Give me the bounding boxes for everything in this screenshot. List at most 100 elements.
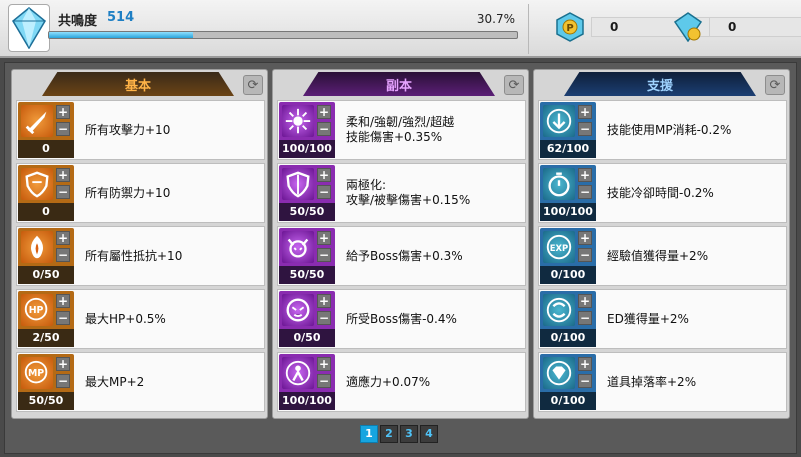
increase-button[interactable]: +: [578, 231, 592, 245]
skill-level: 100/100: [279, 140, 335, 158]
divider: [528, 4, 529, 54]
ed-coin-icon: [543, 294, 575, 326]
skill-description-box: ED獲得量+2%: [607, 290, 785, 348]
skill-level: 50/50: [279, 203, 335, 221]
decrease-button[interactable]: −: [578, 122, 592, 136]
decrease-button[interactable]: −: [578, 374, 592, 388]
skill-level: 0: [18, 140, 74, 158]
skill-slot: + − 50/50: [279, 228, 335, 284]
increase-button[interactable]: +: [578, 357, 592, 371]
reset-button[interactable]: ⟳: [765, 75, 785, 95]
resonance-crystal-icon: [8, 4, 50, 52]
reset-button[interactable]: ⟳: [243, 75, 263, 95]
skill-panel: 基本 ⟳ + − 0 所有攻擊力+10 + − 0 所有防禦力+10 + − 0/50 所有屬性抵抗+10…: [4, 62, 797, 454]
skill-description: 技能冷卻時間-0.2%: [607, 185, 714, 200]
decrease-button[interactable]: −: [56, 122, 70, 136]
skill-slot: HP + − 2/50: [18, 291, 74, 347]
column-title: 副本: [303, 72, 495, 96]
decrease-button[interactable]: −: [317, 122, 331, 136]
increase-button[interactable]: +: [317, 168, 331, 182]
skill-description-box: 所有屬性抵抗+10: [85, 227, 263, 285]
stopwatch-icon: [543, 168, 575, 200]
increase-button[interactable]: +: [578, 294, 592, 308]
skill-slot: + − 62/100: [540, 102, 596, 158]
decrease-button[interactable]: −: [317, 374, 331, 388]
split-shield-icon: [282, 168, 314, 200]
increase-button[interactable]: +: [578, 168, 592, 182]
skill-row: HP + − 2/50 最大HP+0.5%: [16, 289, 265, 349]
skill-description: 所受Boss傷害-0.4%: [346, 311, 457, 326]
skill-description-box: 所受Boss傷害-0.4%: [346, 290, 524, 348]
skill-level: 2/50: [18, 329, 74, 347]
decrease-button[interactable]: −: [56, 248, 70, 262]
skill-level: 100/100: [279, 392, 335, 410]
increase-button[interactable]: +: [317, 357, 331, 371]
increase-button[interactable]: +: [56, 294, 70, 308]
skill-row: + − 62/100 技能使用MP消耗-0.2%: [538, 100, 787, 160]
skill-slot: + − 0/50: [18, 228, 74, 284]
flame-shield-icon: [21, 231, 53, 263]
decrease-button[interactable]: −: [56, 311, 70, 325]
skill-level: 62/100: [540, 140, 596, 158]
increase-button[interactable]: +: [56, 168, 70, 182]
skill-level: 0/100: [540, 392, 596, 410]
skill-slot: + − 100/100: [279, 354, 335, 410]
decrease-button[interactable]: −: [578, 185, 592, 199]
decrease-button[interactable]: −: [317, 185, 331, 199]
skill-description: 所有屬性抵抗+10: [85, 248, 183, 263]
skill-row: + − 50/50 兩極化: 攻擊/被擊傷害+0.15%: [277, 163, 526, 223]
resonance-label: 共鳴度: [58, 14, 98, 29]
exp-up-icon: EXP: [543, 231, 575, 263]
page-button-3[interactable]: 3: [400, 425, 418, 443]
skill-row: + − 100/100 適應力+0.07%: [277, 352, 526, 412]
crystal-coin-icon: [673, 12, 703, 42]
column-dungeon: 副本 ⟳ + − 100/100 柔和/強韌/強烈/超越 技能傷害+0.35% + − 50/5…: [272, 69, 529, 419]
increase-button[interactable]: +: [317, 294, 331, 308]
increase-button[interactable]: +: [317, 231, 331, 245]
page-button-1[interactable]: 1: [360, 425, 378, 443]
skill-description: 道具掉落率+2%: [607, 374, 697, 389]
skill-description: 技能使用MP消耗-0.2%: [607, 122, 732, 137]
skill-row: + − 0/100 ED獲得量+2%: [538, 289, 787, 349]
skill-description-box: 最大HP+0.5%: [85, 290, 263, 348]
decrease-button[interactable]: −: [578, 248, 592, 262]
skill-row: + − 0/50 所受Boss傷害-0.4%: [277, 289, 526, 349]
skill-level: 0/100: [540, 329, 596, 347]
skill-description: 兩極化: 攻擊/被擊傷害+0.15%: [346, 178, 471, 207]
skill-description: ED獲得量+2%: [607, 311, 689, 326]
increase-button[interactable]: +: [578, 105, 592, 119]
skill-level: 50/50: [279, 266, 335, 284]
skill-slot: + − 0: [18, 102, 74, 158]
decrease-button[interactable]: −: [578, 311, 592, 325]
decrease-button[interactable]: −: [317, 311, 331, 325]
skill-description-box: 技能使用MP消耗-0.2%: [607, 101, 785, 159]
shield-icon: [21, 168, 53, 200]
increase-button[interactable]: +: [56, 105, 70, 119]
skill-description: 所有防禦力+10: [85, 185, 171, 200]
currency-crystal-value: 0: [709, 17, 801, 37]
decrease-button[interactable]: −: [317, 248, 331, 262]
column-basic: 基本 ⟳ + − 0 所有攻擊力+10 + − 0 所有防禦力+10 + − 0/50 所有屬性抵抗+10…: [11, 69, 268, 419]
skill-description: 所有攻擊力+10: [85, 122, 171, 137]
increase-button[interactable]: +: [56, 357, 70, 371]
skill-description-box: 經驗值獲得量+2%: [607, 227, 785, 285]
svg-text:P: P: [566, 23, 573, 34]
skill-slot: + − 100/100: [540, 165, 596, 221]
refresh-icon: ⟳: [508, 77, 520, 93]
page-button-2[interactable]: 2: [380, 425, 398, 443]
reset-button[interactable]: ⟳: [504, 75, 524, 95]
skill-slot: + − 100/100: [279, 102, 335, 158]
svg-text:HP: HP: [29, 305, 44, 316]
skill-level: 0: [18, 203, 74, 221]
decrease-button[interactable]: −: [56, 185, 70, 199]
skill-slot: + − 0/100: [540, 354, 596, 410]
page-button-4[interactable]: 4: [420, 425, 438, 443]
increase-button[interactable]: +: [56, 231, 70, 245]
skill-level: 0/50: [279, 329, 335, 347]
decrease-button[interactable]: −: [56, 374, 70, 388]
increase-button[interactable]: +: [317, 105, 331, 119]
skill-slot: + − 50/50: [279, 165, 335, 221]
skill-row: + − 0/100 道具掉落率+2%: [538, 352, 787, 412]
refresh-icon: ⟳: [247, 77, 259, 93]
pagination: 1234: [360, 425, 438, 443]
